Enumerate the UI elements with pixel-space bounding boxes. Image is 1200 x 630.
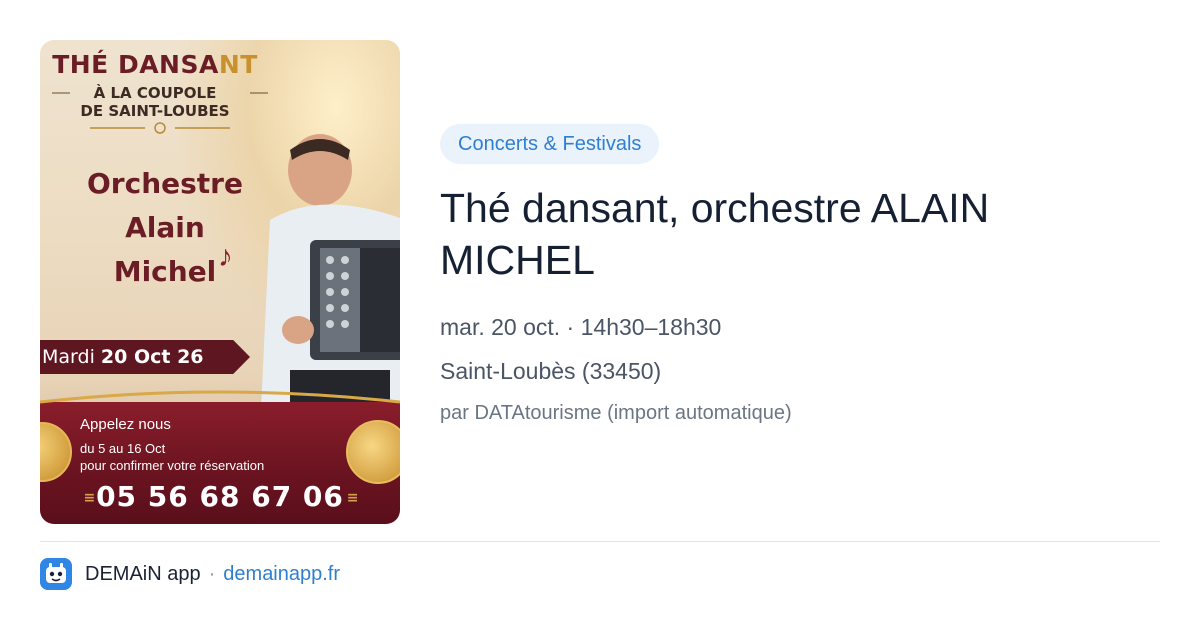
phone-medal-icon	[40, 422, 72, 482]
poster-call-title: Appelez nous	[80, 416, 171, 433]
app-name: DEMAiN app	[85, 563, 201, 585]
event-datetime: mar. 20 oct. · 14h30–18h30	[440, 314, 722, 340]
footer-divider	[40, 541, 1160, 542]
event-source: par DATAtourisme (import automatique)	[440, 402, 792, 424]
poster-contact-band: Appelez nous du 5 au 16 Oct pour confirm…	[40, 390, 400, 524]
event-poster-image: THÉ DANSANT À LA COUPOLE DE SAINT-LOUBES…	[40, 40, 400, 524]
dancers-medal-icon	[346, 420, 400, 484]
event-location: Saint-Loubès (33450)	[440, 358, 662, 384]
category-badge[interactable]: Concerts & Festivals	[440, 124, 660, 164]
poster-venue-line2: DE SAINT-LOUBES	[80, 102, 230, 120]
music-note-icon: ♪	[218, 240, 233, 273]
poster-phone-number: ≡ 05 56 68 67 06 ≡	[83, 480, 358, 513]
poster-call-note: pour confirmer votre réservation	[80, 458, 265, 473]
demain-app-icon	[40, 558, 72, 590]
accordion-player-image	[260, 134, 400, 430]
footer-attribution: DEMAiN app · demainapp.fr	[85, 563, 340, 586]
poster-title: THÉ DANSANT	[52, 50, 258, 79]
app-domain-link[interactable]: demainapp.fr	[223, 563, 340, 585]
poster-venue-line1: À LA COUPOLE	[93, 84, 217, 102]
event-title: Thé dansant, orchestre ALAIN MICHEL	[440, 185, 990, 283]
footer-separator: ·	[208, 563, 216, 585]
poster-date-banner: Mardi 20 Oct 26	[40, 340, 250, 374]
poster-call-dates: du 5 au 16 Oct	[80, 441, 166, 456]
